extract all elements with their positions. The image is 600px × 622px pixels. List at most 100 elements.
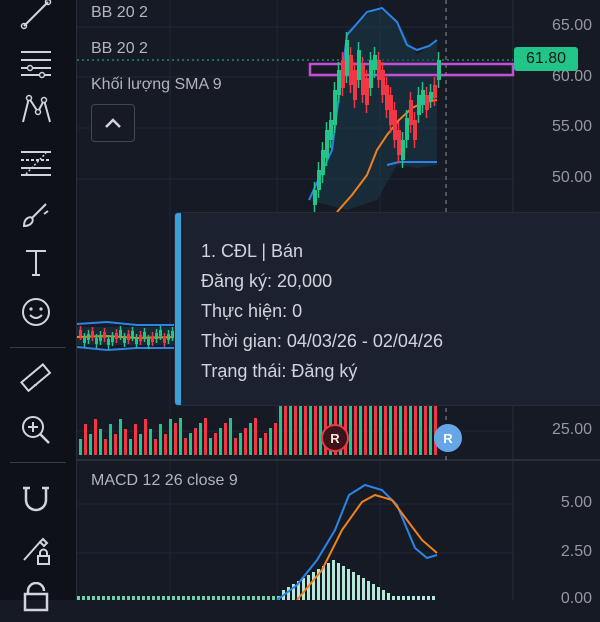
macd-histogram-bar <box>337 563 340 600</box>
candle-body <box>171 331 174 337</box>
candle-body <box>397 130 401 155</box>
candle-body <box>389 95 393 125</box>
volume-bar <box>354 405 357 455</box>
macd-histogram-bar <box>112 596 115 600</box>
macd-histogram-bar <box>287 587 290 600</box>
volume-bar <box>164 434 167 455</box>
volume-bar <box>394 405 397 455</box>
volume-bar <box>254 418 257 455</box>
horizontal-lines-icon <box>21 51 51 79</box>
volume-bar <box>369 405 372 455</box>
ruler-icon <box>20 362 52 393</box>
candle-body <box>365 78 369 105</box>
candle-body <box>425 95 429 110</box>
price-axis-label: 55.00 <box>551 118 592 135</box>
volume-bar <box>409 405 412 455</box>
macd-histogram-bar <box>137 596 140 600</box>
macd-histogram-bar <box>392 596 395 600</box>
macd-histogram-bar <box>387 593 390 600</box>
volume-bar <box>319 405 322 455</box>
candle-body <box>345 40 349 75</box>
candle-body <box>421 90 425 105</box>
volume-bar <box>314 405 317 455</box>
volume-bar <box>154 439 157 455</box>
candle-body <box>155 333 158 339</box>
trend-line-tool[interactable] <box>14 0 58 36</box>
collapse-legend-button[interactable] <box>91 104 135 142</box>
emoji-icon <box>22 298 50 326</box>
tooltip-title: 1. CĐL | Bán <box>201 241 304 261</box>
volume-bar <box>414 405 417 455</box>
macd-histogram-bar <box>352 572 355 600</box>
macd-histogram-bar <box>142 596 145 600</box>
candle-body <box>99 335 102 341</box>
volume-bar <box>179 418 182 455</box>
magnet-icon <box>23 486 49 512</box>
volume-bar <box>104 439 107 455</box>
tooltip-time: Thời gian: 04/03/26 - 02/04/26 <box>201 331 443 351</box>
macd-histogram-bar <box>182 596 185 600</box>
candle-body <box>167 334 170 340</box>
macd-histogram-bar <box>197 596 200 600</box>
zoom-tool[interactable] <box>14 408 58 452</box>
volume-bar <box>199 423 202 455</box>
sell-marker[interactable]: R <box>321 424 349 452</box>
macd-histogram-bar <box>232 596 235 600</box>
legend-bb-2[interactable]: BB 20 2 <box>91 40 148 58</box>
candle-body <box>413 120 417 140</box>
legend-volume[interactable]: Khối lượng SMA 9 <box>91 76 222 94</box>
volume-bar <box>244 428 247 455</box>
macd-histogram-bar <box>132 596 135 600</box>
pattern-tool[interactable] <box>14 88 58 132</box>
horizontal-lines-tool[interactable] <box>14 40 58 84</box>
volume-bar <box>399 405 402 455</box>
volume-bar <box>94 419 97 455</box>
candle-body <box>115 333 118 339</box>
volume-bar <box>249 423 252 455</box>
chevron-up-icon <box>105 118 121 128</box>
volume-bar <box>184 438 187 455</box>
fib-tool[interactable] <box>14 140 58 184</box>
chart-area[interactable]: BB 20 2 BB 20 2 Khối lượng SMA 9 MACD 12… <box>77 0 600 607</box>
volume-bar <box>239 433 242 455</box>
candle-body <box>119 330 122 336</box>
macd-histogram-bar <box>177 596 180 600</box>
macd-histogram-bar <box>227 596 230 600</box>
lock-icon <box>23 582 49 612</box>
candle-body <box>381 70 385 95</box>
drawing-toolbar <box>0 0 77 612</box>
emoji-tool[interactable] <box>14 290 58 334</box>
buy-marker[interactable]: R <box>434 424 462 452</box>
volume-bar <box>194 428 197 455</box>
macd-histogram-bar <box>222 596 225 600</box>
candle-body <box>329 120 333 140</box>
macd-histogram <box>77 560 435 600</box>
macd-histogram-bar <box>262 596 265 600</box>
macd-histogram-bar <box>322 566 325 600</box>
text-icon <box>26 250 46 276</box>
candle-body <box>143 332 146 338</box>
candle-body <box>361 65 365 95</box>
volume-bar <box>119 419 122 455</box>
volume-bar <box>379 405 382 455</box>
lock-tool[interactable] <box>14 578 58 622</box>
magnet-tool[interactable] <box>14 476 58 520</box>
ruler-tool[interactable] <box>14 356 58 400</box>
volume-bar <box>124 429 127 455</box>
macd-histogram-bar <box>342 566 345 600</box>
volume-bar <box>279 405 282 455</box>
candle-body <box>429 92 433 100</box>
candle-body <box>321 150 325 175</box>
macd-histogram-bar <box>77 596 80 600</box>
lock-drawing-tool[interactable] <box>14 528 58 572</box>
legend-macd[interactable]: MACD 12 26 close 9 <box>91 472 238 490</box>
macd-histogram-bar <box>212 596 215 600</box>
tooltip-executed: Thực hiện: 0 <box>201 301 303 321</box>
candle-body <box>393 110 397 140</box>
volume-bar <box>424 405 427 455</box>
brush-tool[interactable] <box>14 192 58 236</box>
legend-bb-1[interactable]: BB 20 2 <box>91 4 148 22</box>
price-axis-label: 50.00 <box>551 169 592 186</box>
text-tool[interactable] <box>14 240 58 284</box>
transaction-tooltip: 1. CĐL | Bán Đăng ký: 20,000 Thực hiện: … <box>175 213 600 405</box>
